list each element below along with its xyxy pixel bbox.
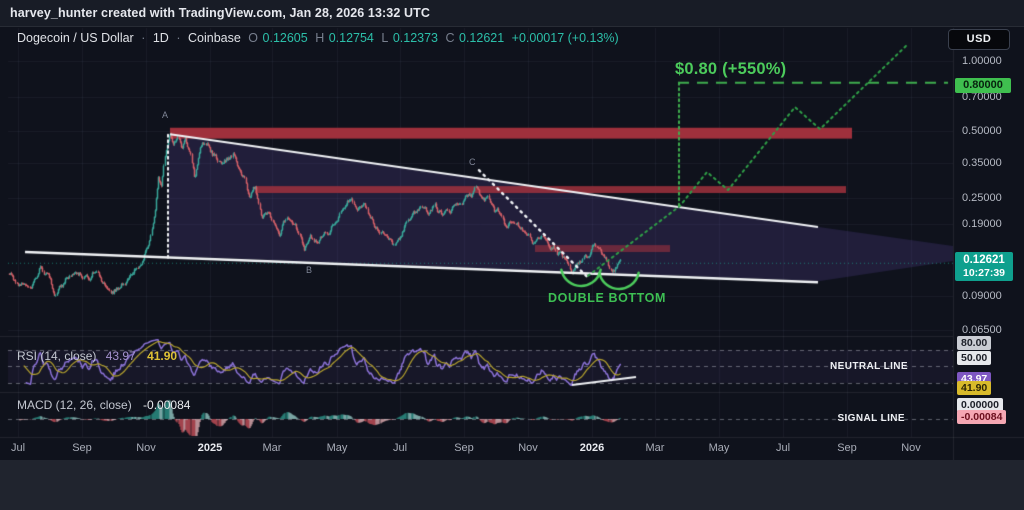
wave-letter-label: C bbox=[469, 157, 476, 167]
interval-label[interactable]: 1D bbox=[153, 31, 169, 45]
macd-value: -0.00084 bbox=[143, 398, 190, 412]
rsi-ma-value: 41.90 bbox=[147, 349, 177, 363]
double-bottom-annotation[interactable]: DOUBLE BOTTOM bbox=[548, 291, 666, 305]
legend-separator: · bbox=[141, 31, 145, 45]
low-value: 0.12373 bbox=[393, 31, 438, 45]
time-tick-label: May bbox=[317, 442, 357, 454]
time-tick-label: Nov bbox=[126, 442, 166, 454]
time-tick-label: Sep bbox=[444, 442, 484, 454]
symbol-legend: Dogecoin / US Dollar · 1D · Coinbase O 0… bbox=[17, 31, 623, 46]
current-price-countdown: 10:27:39 bbox=[955, 267, 1013, 280]
rsi-title[interactable]: RSI (14, close) bbox=[17, 349, 96, 363]
symbol-name[interactable]: Dogecoin / US Dollar bbox=[17, 31, 134, 45]
time-tick-label: May bbox=[699, 442, 739, 454]
tradingview-share-image: harvey_hunter created with TradingView.c… bbox=[0, 0, 1024, 510]
macd-legend: MACD (12, 26, close) -0.00084 bbox=[17, 398, 190, 412]
legend-separator: · bbox=[176, 31, 180, 45]
price-target-annotation[interactable]: $0.80 (+550%) bbox=[675, 60, 786, 79]
close-value: 0.12621 bbox=[459, 31, 504, 45]
attribution-text: harvey_hunter created with TradingView.c… bbox=[10, 6, 430, 20]
price-chart-canvas[interactable] bbox=[0, 0, 1024, 510]
time-tick-label: Jul bbox=[380, 442, 420, 454]
open-value: 0.12605 bbox=[263, 31, 308, 45]
change-value: +0.00017 (+0.13%) bbox=[512, 31, 619, 45]
current-price-label: 0.1262110:27:39 bbox=[955, 252, 1013, 281]
time-tick-label: 2026 bbox=[572, 442, 612, 454]
time-tick-label: Sep bbox=[62, 442, 102, 454]
currency-toggle-button[interactable]: USD bbox=[948, 29, 1010, 50]
current-price-value: 0.12621 bbox=[955, 253, 1013, 267]
time-tick-label: 2025 bbox=[190, 442, 230, 454]
rsi-legend: RSI (14, close) 43.97 41.90 bbox=[17, 349, 177, 363]
time-tick-label: Mar bbox=[635, 442, 675, 454]
price-tick-label: 0.25000 bbox=[962, 192, 1002, 204]
indicator-axis-label: -0.00084 bbox=[957, 410, 1006, 424]
time-tick-label: Jul bbox=[0, 442, 38, 454]
bottom-bar: TradingView bbox=[0, 460, 1024, 510]
high-value: 0.12754 bbox=[329, 31, 374, 45]
price-tick-label: 0.06500 bbox=[962, 324, 1002, 336]
time-tick-label: Nov bbox=[508, 442, 548, 454]
indicator-axis-label: 80.00 bbox=[957, 336, 991, 350]
time-tick-label: Nov bbox=[891, 442, 931, 454]
time-tick-label: Sep bbox=[827, 442, 867, 454]
price-tick-label: 0.19000 bbox=[962, 218, 1002, 230]
macd-title[interactable]: MACD (12, 26, close) bbox=[17, 398, 132, 412]
time-tick-label: Jul bbox=[763, 442, 803, 454]
price-tick-label: 0.50000 bbox=[962, 125, 1002, 137]
wave-letter-label: B bbox=[306, 265, 312, 275]
time-tick-label: Mar bbox=[252, 442, 292, 454]
signal-line-annotation[interactable]: SIGNAL LINE bbox=[837, 413, 905, 424]
open-label: O bbox=[248, 31, 258, 45]
price-tick-label: 0.09000 bbox=[962, 290, 1002, 302]
target-price-label: 0.80000 bbox=[955, 78, 1011, 93]
exchange-label: Coinbase bbox=[188, 31, 241, 45]
indicator-axis-label: 41.90 bbox=[957, 381, 991, 395]
low-label: L bbox=[381, 31, 388, 45]
indicator-axis-label: 50.00 bbox=[957, 351, 991, 365]
close-label: C bbox=[445, 31, 454, 45]
price-tick-label: 0.35000 bbox=[962, 157, 1002, 169]
high-label: H bbox=[315, 31, 324, 45]
attribution-bar: harvey_hunter created with TradingView.c… bbox=[0, 0, 1024, 27]
wave-letter-label: A bbox=[162, 110, 168, 120]
rsi-value: 43.97 bbox=[106, 349, 136, 363]
price-tick-label: 1.00000 bbox=[962, 55, 1002, 67]
neutral-line-annotation[interactable]: NEUTRAL LINE bbox=[830, 361, 908, 372]
